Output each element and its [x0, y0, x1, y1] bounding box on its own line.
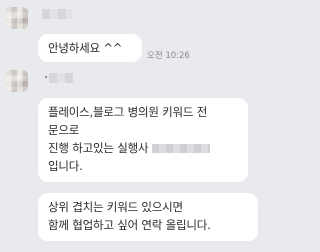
message-bubble: 상위 겹치는 키워드 있으시면 함께 협업하고 싶어 연락 올립니다. [38, 193, 258, 241]
name-dot [45, 76, 47, 78]
message-bubble: 플레이스,블로그 병의원 키워드 전 문으로 진행 하고있는 실행사 입니다. [38, 98, 248, 182]
redacted-company-name [152, 144, 211, 153]
message-time: 오전 10:26 [147, 51, 190, 61]
message-text: 플레이스,블로그 병의원 키워드 전 [48, 105, 208, 119]
message-text: 입니다. [48, 159, 83, 173]
sender-name [42, 9, 72, 19]
message-text: 상위 겹치는 키워드 있으시면 [48, 200, 183, 214]
message-text: 진행 하고있는 실행사 [48, 141, 149, 155]
sender-name [45, 73, 73, 83]
message-text-row: 진행 하고있는 실행사 [48, 139, 238, 157]
message-text: 함께 협업하고 싶어 연락 올립니다. [48, 218, 211, 232]
message-text: 문으로 [48, 123, 80, 137]
message-bubble: 안녕하세요 ^^ [38, 34, 142, 62]
sender-avatar[interactable] [6, 70, 28, 92]
message-text: 안녕하세요 ^^ [48, 41, 123, 55]
sender-avatar[interactable] [6, 7, 28, 29]
